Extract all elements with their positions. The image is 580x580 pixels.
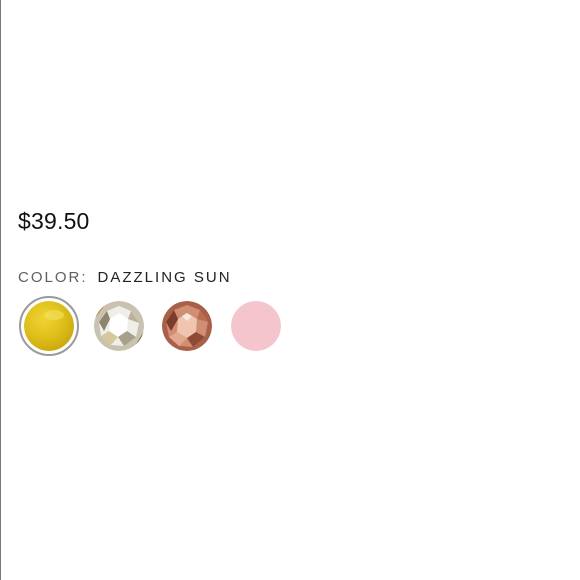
- swatch-rose-gold-crystal[interactable]: [157, 296, 217, 356]
- color-selection-row: COLOR: DAZZLING SUN: [18, 268, 232, 288]
- swatch-dazzling-sun-image: [24, 301, 74, 351]
- swatch-dazzling-sun[interactable]: [19, 296, 79, 356]
- swatch-pink-image: [231, 301, 281, 351]
- left-edge-divider: [0, 0, 1, 580]
- swatch-clear-crystal[interactable]: [89, 296, 149, 356]
- color-label: COLOR:: [18, 269, 88, 286]
- swatch-clear-crystal-image: [94, 301, 144, 351]
- selected-color-name: DAZZLING SUN: [97, 269, 232, 286]
- product-price: $39.50: [18, 208, 90, 234]
- swatch-pink[interactable]: [226, 296, 286, 356]
- swatch-rose-gold-crystal-image: [162, 301, 212, 351]
